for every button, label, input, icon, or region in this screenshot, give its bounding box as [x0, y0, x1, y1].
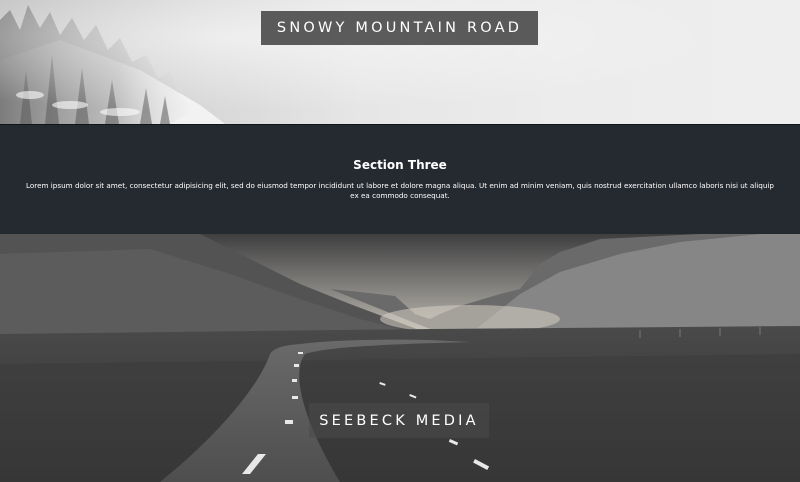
hero-title-box: SNOWY MOUNTAIN ROAD [261, 11, 538, 45]
hero-bottom-section: SEEBECK MEDIA [0, 234, 800, 482]
brand-box: SEEBECK MEDIA [309, 403, 489, 438]
section-three: Section Three Lorem ipsum dolor sit amet… [0, 124, 800, 234]
section-body-text: Lorem ipsum dolor sit amet, consectetur … [26, 181, 774, 200]
hero-top-section: SNOWY MOUNTAIN ROAD [0, 0, 800, 124]
page: SNOWY MOUNTAIN ROAD Section Three Lorem … [0, 0, 800, 482]
hero-title: SNOWY MOUNTAIN ROAD [276, 20, 523, 36]
mountain-road-image [0, 234, 800, 482]
brand-name: SEEBECK MEDIA [319, 412, 479, 429]
section-heading: Section Three [353, 158, 447, 172]
